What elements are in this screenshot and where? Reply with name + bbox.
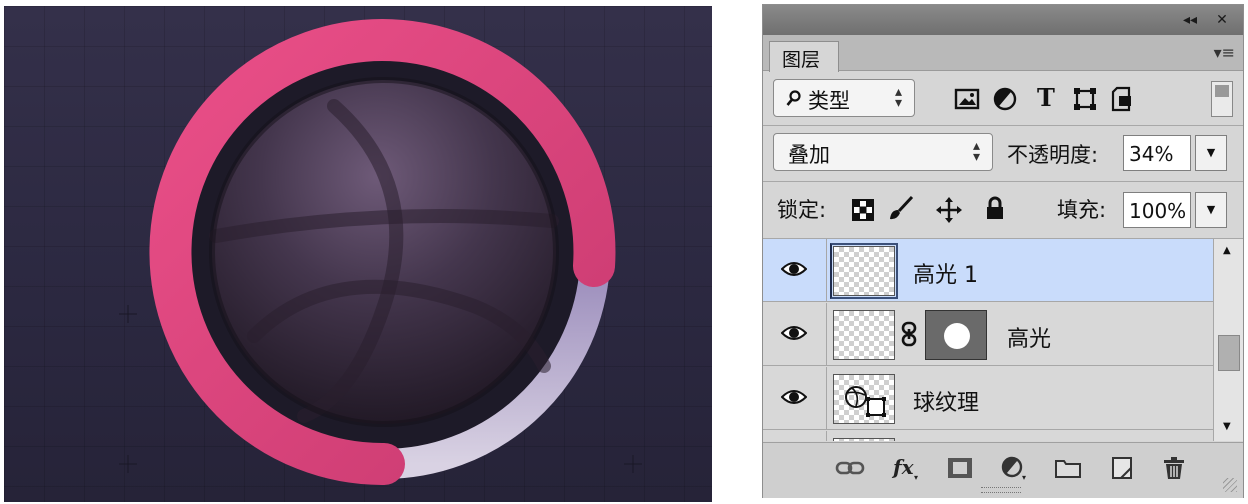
select-arrows-icon: ▴ ▾ (972, 138, 980, 165)
link-layers-icon[interactable] (835, 455, 865, 481)
new-layer-icon[interactable] (1107, 455, 1137, 481)
fill-value: 100% (1129, 199, 1187, 223)
delete-icon[interactable] (1159, 455, 1189, 481)
panel-tab-row: 图层 ▾≡ (763, 35, 1243, 72)
type-filter-icon[interactable]: T (1033, 83, 1061, 111)
smart-object-filter-icon[interactable] (1109, 85, 1137, 113)
eye-icon (781, 326, 807, 340)
visibility-toggle[interactable] (763, 239, 827, 302)
scroll-thumb[interactable] (1218, 335, 1240, 371)
panel-footer: fx ▾ ▾ (763, 442, 1243, 498)
layer-row[interactable]: 球纹理 (763, 367, 1213, 430)
eye-icon (781, 390, 807, 404)
scroll-down-icon[interactable]: ▼ (1223, 421, 1231, 432)
opacity-value: 34% (1129, 142, 1174, 166)
layer-row[interactable]: 高光 1 (763, 239, 1213, 302)
filter-kind-select[interactable]: 类型 ▴ ▾ (773, 79, 915, 117)
resize-grip[interactable] (981, 487, 1021, 493)
layer-name: 球纹理 (913, 391, 980, 416)
lock-position-icon[interactable] (935, 196, 963, 224)
svg-text:fx: fx (891, 455, 915, 479)
svg-text:▾: ▾ (914, 473, 918, 481)
filter-toggle-switch[interactable] (1211, 81, 1233, 117)
filter-row: 类型 ▴ ▾ T (763, 71, 1243, 127)
blend-mode-select[interactable]: 叠加 ▴ ▾ (773, 133, 993, 171)
fill-dropdown-button[interactable]: ▼ (1195, 192, 1227, 228)
layer-mask-thumbnail[interactable] (925, 310, 987, 360)
add-mask-icon[interactable] (945, 455, 975, 481)
tab-layers-label: 图层 (782, 49, 821, 71)
lock-image-icon[interactable] (887, 194, 915, 222)
blend-mode-label: 叠加 (788, 143, 830, 167)
adjustment-filter-icon[interactable] (991, 85, 1019, 113)
lock-all-icon[interactable] (981, 194, 1009, 222)
visibility-toggle[interactable] (763, 367, 827, 430)
filter-kind-label: 类型 (808, 89, 850, 113)
lock-label: 锁定: (777, 198, 827, 222)
lock-transparent-icon[interactable] (851, 198, 875, 222)
dribbble-progress-icon (119, 19, 642, 486)
blend-row: 叠加 ▴ ▾ 不透明度: 34% ▼ (763, 127, 1243, 181)
layer-name: 高光 1 (913, 263, 978, 288)
fill-label: 填充: (1057, 198, 1107, 222)
corner-resize-grip[interactable] (1223, 478, 1237, 492)
lock-row: 锁定: 填充: 100% ▼ (763, 182, 1243, 238)
svg-text:T: T (1037, 83, 1055, 111)
layer-thumbnail (833, 374, 895, 424)
opacity-dropdown-button[interactable]: ▼ (1195, 135, 1227, 171)
group-folder-icon[interactable] (1053, 455, 1083, 481)
visibility-toggle[interactable] (763, 303, 827, 366)
layers-list: 高光 1 高光 球纹理 (763, 239, 1213, 441)
layers-panel: ◂◂ ✕ 图层 ▾≡ 类型 ▴ ▾ T 叠加 ▴ ▾ 不透明度: 34% ▼ 锁… (762, 4, 1244, 498)
eye-icon (781, 262, 807, 276)
panel-titlebar: ◂◂ ✕ (763, 5, 1243, 35)
layer-row[interactable] (763, 431, 1213, 441)
close-panel-button[interactable]: ✕ (1213, 11, 1231, 29)
layer-name: 高光 (1007, 327, 1052, 352)
opacity-label: 不透明度: (1007, 143, 1099, 167)
fill-input[interactable]: 100% (1123, 192, 1191, 228)
visibility-toggle[interactable] (763, 431, 827, 441)
fx-icon[interactable]: fx ▾ (891, 455, 921, 481)
layers-scrollbar[interactable]: ▲ ▼ (1213, 239, 1243, 441)
collapse-panel-button[interactable]: ◂◂ (1181, 11, 1199, 29)
svg-text:▾: ▾ (1022, 473, 1026, 481)
dribbble-ball-artwork (4, 6, 712, 502)
scroll-up-icon[interactable]: ▲ (1223, 245, 1231, 256)
layer-row[interactable]: 高光 (763, 303, 1213, 366)
shape-filter-icon[interactable] (1071, 85, 1099, 113)
search-icon (786, 90, 801, 106)
layer-thumbnail (833, 438, 895, 441)
tab-layers[interactable]: 图层 (769, 41, 839, 72)
link-chain-icon[interactable] (901, 321, 917, 347)
opacity-input[interactable]: 34% (1123, 135, 1191, 171)
panel-menu-icon[interactable]: ▾≡ (1214, 43, 1235, 62)
image-filter-icon[interactable] (953, 85, 981, 113)
layer-thumbnail (833, 310, 895, 360)
select-arrows-icon: ▴ ▾ (894, 84, 902, 111)
smart-object-badge-icon (845, 386, 886, 417)
adjustment-layer-icon[interactable]: ▾ (999, 455, 1029, 481)
layer-thumbnail (830, 243, 898, 299)
